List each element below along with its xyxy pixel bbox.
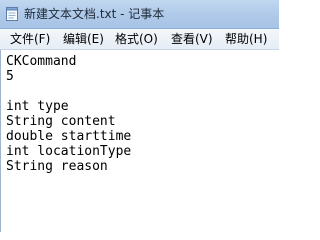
editor-line: int locationType xyxy=(6,144,132,159)
menu-help[interactable]: 帮助(H) xyxy=(225,31,267,47)
text-editor-area[interactable]: CKCommand 5 int type String content doub… xyxy=(0,50,279,232)
notepad-window: 新建文本文档.txt - 记事本 文件(F) 编辑(E) 格式(O) 查看(V)… xyxy=(0,0,279,232)
editor-line: 5 xyxy=(6,69,14,84)
title-bar[interactable]: 新建文本文档.txt - 记事本 xyxy=(0,0,279,29)
editor-line: CKCommand xyxy=(6,54,77,69)
menu-edit[interactable]: 编辑(E) xyxy=(63,31,104,47)
menu-file[interactable]: 文件(F) xyxy=(10,31,50,47)
editor-line: double starttime xyxy=(6,129,132,144)
editor-line: String reason xyxy=(6,159,108,174)
editor-line: int type xyxy=(6,99,69,114)
window-title: 新建文本文档.txt - 记事本 xyxy=(24,7,165,21)
editor-line: String content xyxy=(6,114,116,129)
notepad-icon xyxy=(6,7,18,21)
menu-bar: 文件(F) 编辑(E) 格式(O) 查看(V) 帮助(H) xyxy=(0,29,279,50)
menu-format[interactable]: 格式(O) xyxy=(115,31,158,47)
menu-view[interactable]: 查看(V) xyxy=(171,31,213,47)
